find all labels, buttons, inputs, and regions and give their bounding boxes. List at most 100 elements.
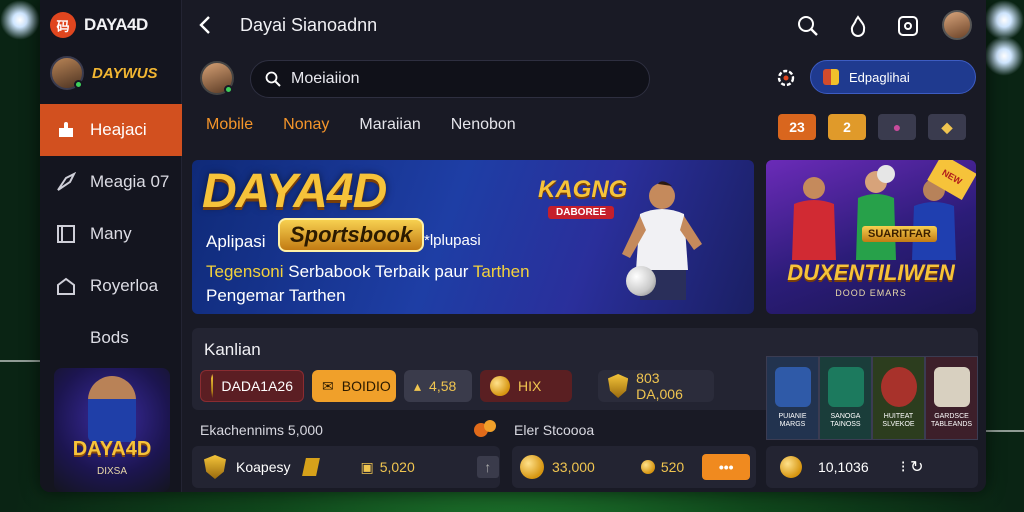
chevron-left-icon (199, 16, 210, 34)
stadium-light (984, 36, 1024, 76)
search-button[interactable] (794, 12, 822, 40)
more-button[interactable]: ••• (702, 454, 751, 480)
chart-icon: ▴ (414, 377, 422, 394)
card-icon (56, 224, 76, 244)
search-row: Edpaglihai (182, 58, 986, 102)
player-image (88, 376, 136, 442)
online-status-icon (224, 85, 233, 94)
avatar[interactable] (50, 56, 84, 90)
side-promo-banner[interactable]: NEW SUARITFAR DUXENTILIWEN DOOD EMARS (766, 160, 976, 314)
game-tile[interactable]: PUIANIE MARGS (766, 356, 819, 440)
sidebar: 码 DAYA4D DAYWUS Heajaci Meagia 07 Many R… (40, 0, 182, 492)
sportsbook-badge: Sportsbook (278, 218, 425, 252)
odds-button[interactable]: ▴ 4,58 (404, 370, 472, 402)
pitch-line (0, 360, 40, 362)
search-bar[interactable] (250, 60, 650, 98)
hero-line: *lplupasi (424, 232, 481, 249)
side-banner-title: DUXENTILIWEN (787, 260, 955, 285)
bet-amount: 520 (660, 459, 685, 475)
team-badge-icon (608, 374, 629, 398)
bet-row[interactable]: Koapesy ▣ 5,020 ↑ (192, 446, 500, 488)
promo-subtitle: DIXSA (96, 466, 127, 477)
quick-chips: 23 2 ● ◆ (778, 114, 966, 140)
game-tile[interactable]: SANOGA TAINOSS (819, 356, 872, 440)
promo-button[interactable]: SUARITFAR (862, 226, 937, 242)
team-name: Koapesy (236, 459, 291, 475)
sidebar-item-label: Royerloa (90, 276, 159, 295)
user-profile[interactable]: DAYWUS (50, 56, 158, 90)
sidebar-item-meagia[interactable]: Meagia 07 (40, 156, 182, 208)
tab-nonay[interactable]: Nonay (283, 116, 329, 140)
dice-icon (472, 418, 498, 445)
settings-button[interactable] (774, 66, 798, 90)
team-badge-icon (211, 374, 214, 398)
search-input[interactable] (291, 70, 611, 88)
match-button[interactable]: DADA1A26 (200, 370, 304, 402)
page-title: Dayai Sianoadnn (240, 15, 378, 35)
tab-mobile[interactable]: Mobile (206, 116, 253, 140)
tab-maraiian[interactable]: Maraiian (359, 116, 420, 140)
bet-row[interactable]: 10,1036 ⁝ ↻ (766, 446, 978, 488)
back-button[interactable] (198, 14, 212, 42)
user-tag: DAYWUS (92, 64, 158, 82)
brand-logo-icon: 码 (50, 12, 76, 38)
sidebar-item-many[interactable]: Many (40, 208, 182, 260)
brand[interactable]: 码 DAYA4D (50, 10, 148, 40)
bets-left-label: Ekachennims 5,000 (200, 422, 323, 438)
promo-card[interactable]: DAYA4D DIXSA (54, 368, 170, 492)
header-avatar[interactable] (942, 10, 972, 40)
chip-button[interactable]: 2 (828, 114, 866, 140)
ticket-icon: ✉ (322, 377, 334, 394)
odds-button[interactable]: HIX (480, 370, 572, 402)
chip-button[interactable]: ● (878, 114, 916, 140)
wallet-icon (898, 16, 918, 36)
hero-banner[interactable]: DAYA4D Sportsbook Aplipasi *lplupasi Teg… (192, 160, 754, 314)
sidebar-item-label: Heajaci (90, 120, 147, 139)
bets-right-label: Eler Stcoooa (514, 422, 595, 438)
game-tiles: PUIANIE MARGS SANOGA TAINOSS HUITEAT SLV… (766, 356, 978, 440)
sidebar-item-label: Meagia 07 (90, 172, 170, 191)
hero-line: Tegensoni Serbabook Terbaik paur Tarthen (206, 262, 530, 281)
promo-logo: DAYA4D (72, 438, 152, 460)
app-window: 码 DAYA4D DAYWUS Heajaci Meagia 07 Many R… (40, 0, 986, 492)
sidebar-nav: Heajaci Meagia 07 Many Royerloa Bods (40, 104, 182, 364)
account-label: Edpaglihai (849, 69, 910, 85)
search-icon (265, 71, 281, 87)
notifications-button[interactable] (844, 12, 872, 40)
brand-name: DAYA4D (84, 15, 148, 34)
more-options-icon[interactable]: ⁝ ↻ (901, 457, 924, 477)
odds-button[interactable]: 803 DA,006 (598, 370, 714, 402)
coin-icon (780, 456, 802, 478)
chip-button[interactable]: ◆ (928, 114, 966, 140)
ball-icon (880, 367, 917, 408)
team-badge-icon (204, 455, 226, 479)
hero-tag-sub: DABOREE (548, 206, 615, 219)
player-image (622, 181, 702, 300)
bet-amount: 33,000 (552, 459, 595, 475)
top-header: Dayai Sianoadnn (182, 0, 986, 52)
game-tile[interactable]: GARDSCE TABLEANDS (925, 356, 978, 440)
match-button[interactable]: ✉ BOIDIO (312, 370, 396, 402)
wallet-button[interactable] (894, 12, 922, 40)
puzzle-icon (56, 120, 76, 140)
flag-icon (823, 69, 839, 85)
avatar[interactable] (200, 61, 234, 95)
account-selector[interactable]: Edpaglihai (810, 60, 976, 94)
match-buttons: DADA1A26 ✉ BOIDIO ▴ 4,58 HIX 803 DA,006 (200, 370, 714, 402)
stadium-light (984, 0, 1024, 40)
sidebar-item-heajaci[interactable]: Heajaci (40, 104, 182, 156)
coin-icon: ▣ (360, 458, 374, 475)
hero-line: Pengemar Tarthen (206, 286, 346, 305)
bet-row[interactable]: 33,000 520 ••• (512, 446, 756, 488)
sidebar-item-bods[interactable]: Bods (40, 312, 182, 364)
tab-nenobon[interactable]: Nenobon (451, 116, 516, 140)
slot-icon (827, 367, 864, 408)
sidebar-item-royerloa[interactable]: Royerloa (40, 260, 182, 312)
arrow-up-icon[interactable]: ↑ (476, 456, 499, 478)
bet-amount: 5,020 (379, 459, 415, 475)
category-tabs: Mobile Nonay Maraiian Nenobon (206, 116, 546, 140)
ticket-icon (302, 458, 321, 476)
chip-button[interactable]: 23 (778, 114, 816, 140)
game-tile[interactable]: HUITEAT SLVEKOE (872, 356, 925, 440)
cards-icon (933, 367, 970, 408)
